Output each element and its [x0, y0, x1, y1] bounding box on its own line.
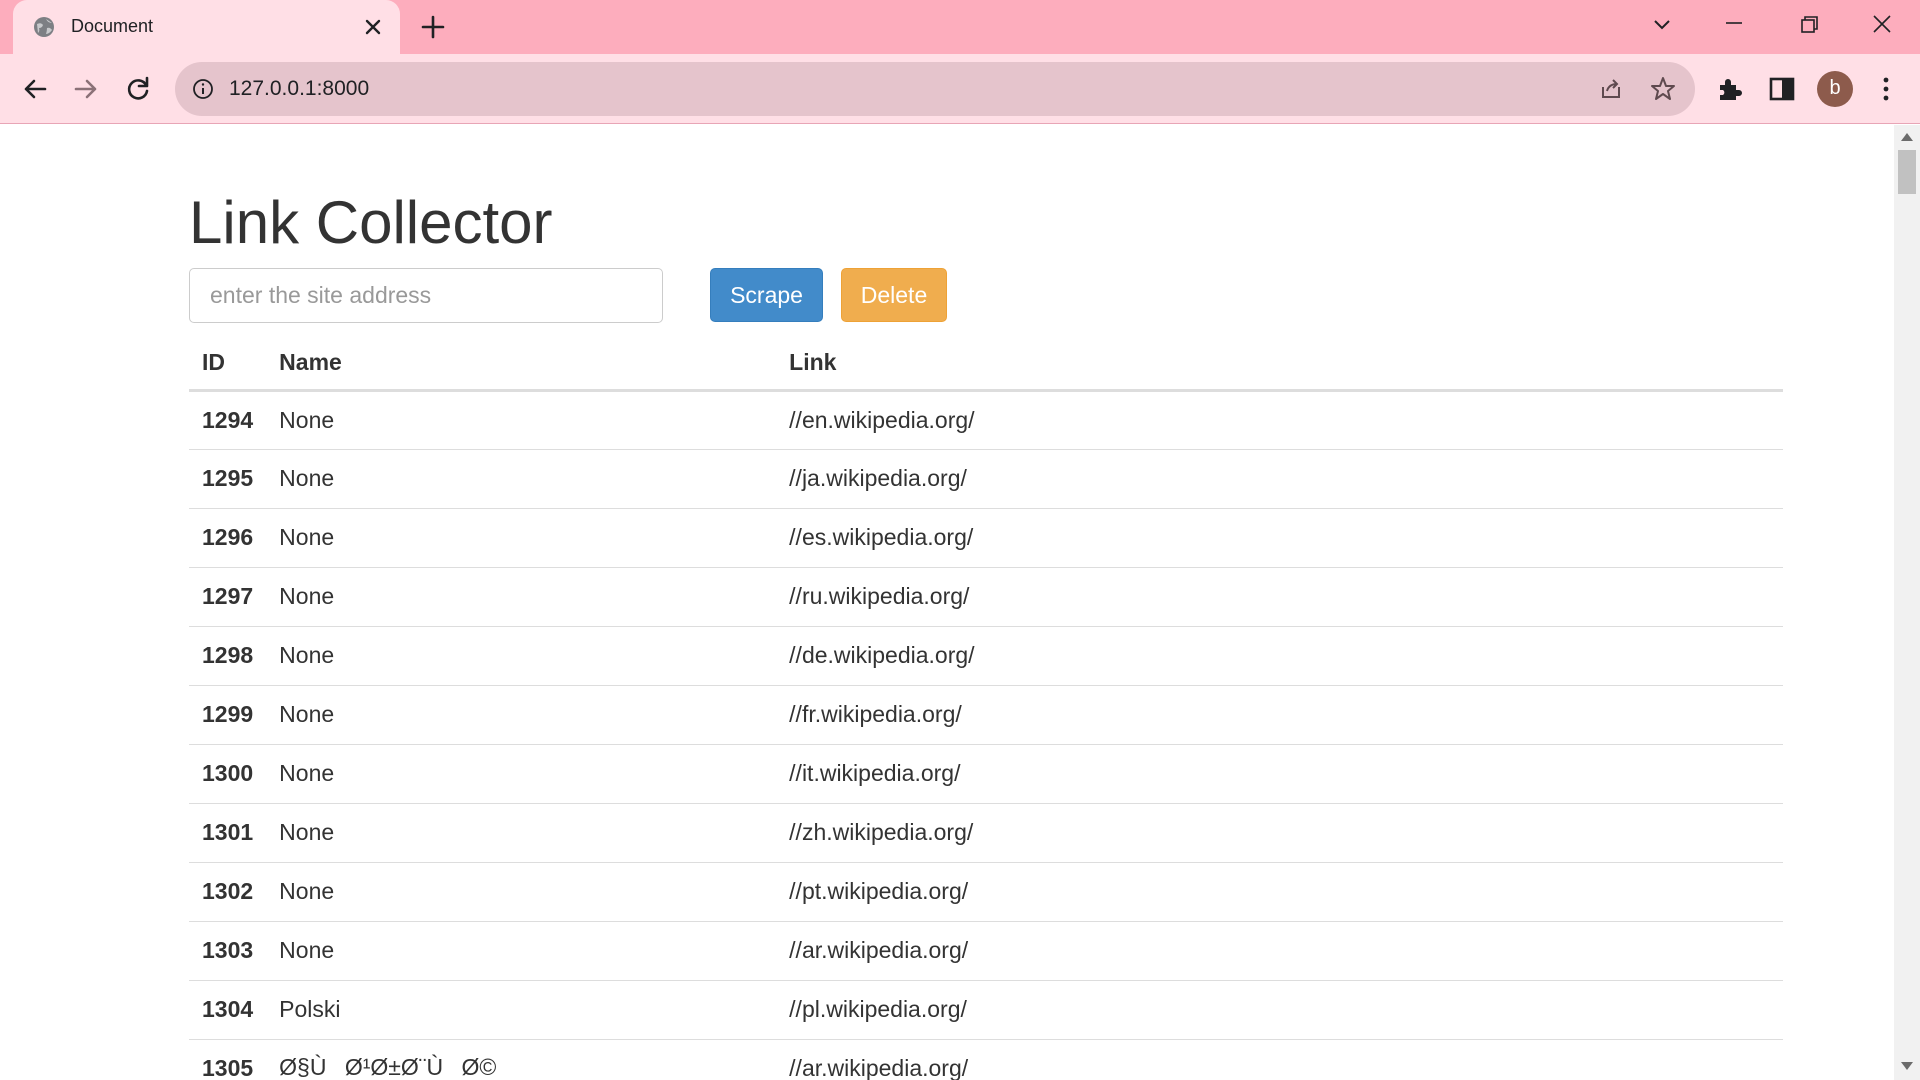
tab-strip: Document	[0, 0, 1920, 54]
row-name-cell: None	[266, 508, 777, 568]
row-link-cell: //pl.wikipedia.org/	[776, 980, 1783, 1040]
tab-title: Document	[71, 16, 154, 36]
reload-icon[interactable]	[122, 73, 154, 105]
row-id-cell: 1294	[189, 390, 267, 450]
row-name-cell: Polski	[266, 980, 777, 1040]
table-row: 1294 None//en.wikipedia.org/	[189, 390, 1783, 450]
column-header-id: ID	[189, 337, 267, 392]
close-window-icon[interactable]	[1864, 10, 1900, 40]
row-name-cell: None	[266, 744, 777, 804]
row-name-cell: None	[266, 921, 777, 981]
table-row: 1299 None//fr.wikipedia.org/	[189, 685, 1783, 745]
row-link-cell: //ar.wikipedia.org/	[776, 1039, 1783, 1080]
table-row: 1295 None//ja.wikipedia.org/	[189, 449, 1783, 509]
links-table-container: ID Name Link 1294 None//en.wikipedia.org/…	[189, 337, 1783, 1080]
row-id-cell: 1302	[189, 862, 267, 922]
table-header-row: ID Name Link	[189, 337, 1783, 392]
row-id-cell: 1304	[189, 980, 267, 1040]
site-info-icon[interactable]	[191, 77, 215, 101]
scrollbar-thumb[interactable]	[1898, 150, 1916, 194]
scroll-up-arrow-icon[interactable]	[1901, 133, 1913, 141]
table-row: 1297 None//ru.wikipedia.org/	[189, 567, 1783, 627]
side-panel-icon[interactable]	[1766, 73, 1798, 105]
share-icon[interactable]	[1597, 75, 1625, 103]
tab-search-chevron-icon[interactable]	[1644, 10, 1680, 40]
row-link-cell: //fr.wikipedia.org/	[776, 685, 1783, 745]
table-row: 1305 Ø§ÙØ¹Ø±Ø¨ÙØ©//ar.wikipedia.org/	[189, 1039, 1783, 1080]
links-table: ID Name Link 1294 None//en.wikipedia.org/…	[189, 337, 1783, 1080]
row-name-cell: None	[266, 685, 777, 745]
url-text[interactable]: 127.0.0.1:8000	[229, 77, 369, 101]
row-id-cell: 1305	[189, 1039, 267, 1080]
minimize-icon[interactable]	[1716, 10, 1752, 40]
scrape-button[interactable]: Scrape	[710, 268, 823, 322]
row-link-cell: //de.wikipedia.org/	[776, 626, 1783, 686]
row-link-cell: //ar.wikipedia.org/	[776, 921, 1783, 981]
row-id-cell: 1301	[189, 803, 267, 863]
more-menu-icon[interactable]	[1870, 73, 1902, 105]
row-link-cell: //it.wikipedia.org/	[776, 744, 1783, 804]
table-row: 1298 None//de.wikipedia.org/	[189, 626, 1783, 686]
new-tab-icon[interactable]	[420, 14, 446, 40]
row-id-cell: 1295	[189, 449, 267, 509]
forward-icon[interactable]	[70, 73, 102, 105]
table-row: 1301 None//zh.wikipedia.org/	[189, 803, 1783, 863]
row-name-cell: None	[266, 803, 777, 863]
column-header-name: Name	[266, 337, 777, 392]
vertical-scrollbar[interactable]	[1894, 125, 1920, 1080]
row-id-cell: 1299	[189, 685, 267, 745]
row-link-cell: //en.wikipedia.org/	[776, 390, 1783, 450]
delete-button[interactable]: Delete	[841, 268, 947, 322]
row-id-cell: 1297	[189, 567, 267, 627]
scroll-down-arrow-icon[interactable]	[1901, 1062, 1913, 1070]
row-name-cell: None	[266, 567, 777, 627]
table-row: 1300 None//it.wikipedia.org/	[189, 744, 1783, 804]
row-id-cell: 1303	[189, 921, 267, 981]
extensions-icon[interactable]	[1714, 73, 1746, 105]
restore-icon[interactable]	[1790, 10, 1826, 40]
row-link-cell: //ru.wikipedia.org/	[776, 567, 1783, 627]
table-row: 1303 None//ar.wikipedia.org/	[189, 921, 1783, 981]
row-id-cell: 1300	[189, 744, 267, 804]
row-name-cell: None	[266, 626, 777, 686]
table-row: 1302 None//pt.wikipedia.org/	[189, 862, 1783, 922]
page-content: Link Collector Scrape Delete ID Name Lin…	[0, 125, 1894, 1080]
site-address-input[interactable]	[189, 268, 663, 323]
address-bar[interactable]: 127.0.0.1:8000	[175, 62, 1695, 116]
row-name-cell: None	[266, 862, 777, 922]
profile-avatar[interactable]: b	[1817, 71, 1853, 107]
row-link-cell: //zh.wikipedia.org/	[776, 803, 1783, 863]
back-icon[interactable]	[19, 73, 51, 105]
row-name-cell: None	[266, 449, 777, 509]
table-row: 1304 Polski//pl.wikipedia.org/	[189, 980, 1783, 1040]
row-link-cell: //ja.wikipedia.org/	[776, 449, 1783, 509]
row-name-cell: None	[266, 390, 777, 450]
column-header-link: Link	[776, 337, 1783, 392]
table-body: 1294 None//en.wikipedia.org/1295 None//ja.…	[189, 390, 1783, 1080]
close-tab-icon[interactable]	[361, 15, 385, 39]
row-link-cell: //es.wikipedia.org/	[776, 508, 1783, 568]
browser-tab[interactable]: Document	[13, 0, 400, 54]
globe-icon	[34, 17, 54, 37]
row-id-cell: 1298	[189, 626, 267, 686]
bookmark-star-icon[interactable]	[1649, 75, 1677, 103]
row-id-cell: 1296	[189, 508, 267, 568]
browser-toolbar: 127.0.0.1:8000 b	[0, 54, 1920, 124]
table-row: 1296 None//es.wikipedia.org/	[189, 508, 1783, 568]
row-link-cell: //pt.wikipedia.org/	[776, 862, 1783, 922]
row-name-cell: Ø§ÙØ¹Ø±Ø¨ÙØ©	[266, 1039, 777, 1080]
page-title: Link Collector	[189, 189, 553, 256]
